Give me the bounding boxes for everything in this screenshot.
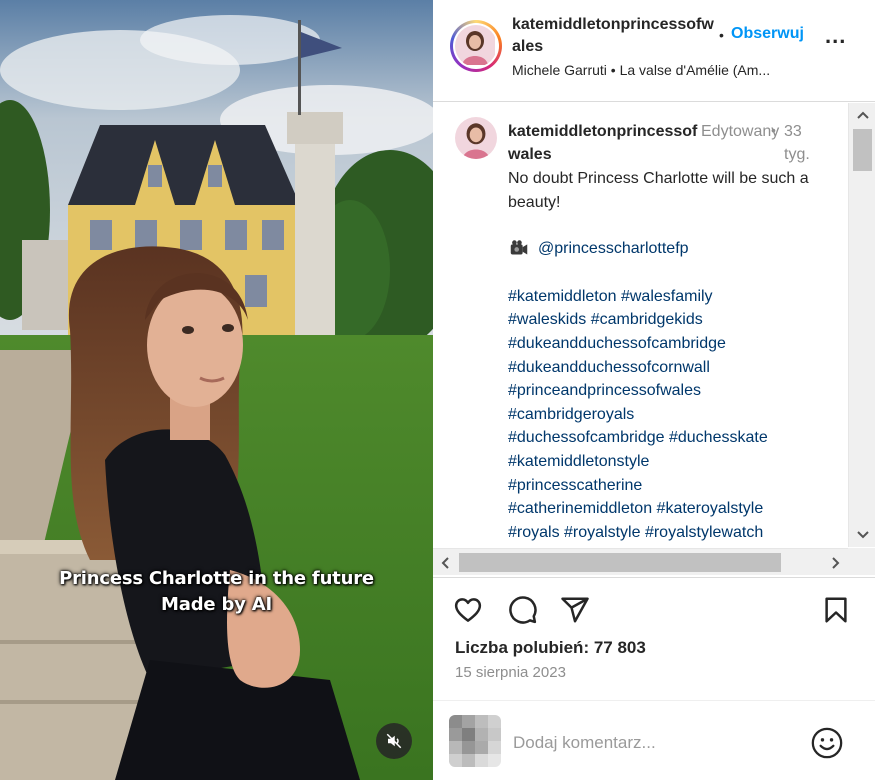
avatar-photo <box>455 25 495 65</box>
scroll-up-button[interactable] <box>849 103 875 127</box>
video-caption-line-1: Princess Charlotte in the future <box>59 568 374 589</box>
hashtag-list: #katemiddleton #walesfamily #waleskids #… <box>508 285 838 545</box>
share-icon[interactable] <box>560 595 590 625</box>
scroll-down-button[interactable] <box>849 523 875 547</box>
heart-icon[interactable] <box>453 595 483 625</box>
comment-text: No doubt Princess Charlotte will be such… <box>508 170 809 211</box>
horizontal-scrollbar[interactable] <box>433 548 848 575</box>
comment-icon[interactable] <box>508 595 538 625</box>
hashtag-line[interactable]: #dukeandduchessofcambridge <box>508 332 838 356</box>
speaker-muted-icon <box>386 733 402 749</box>
hashtag-line[interactable]: #dukeandduchessofcornwall <box>508 356 838 380</box>
post-side-panel: katemiddletonprincessofwales • Obserwuj … <box>433 0 875 780</box>
hashtag-line[interactable]: #duchessofcambridge #duchesskate <box>508 426 838 450</box>
follow-button[interactable]: Obserwuj <box>731 25 804 43</box>
bookmark-icon[interactable] <box>821 595 851 625</box>
comment-avatar[interactable] <box>455 117 497 159</box>
mention-row: @princesscharlottefp <box>508 237 838 261</box>
emoji-icon[interactable] <box>810 726 844 760</box>
header-separator: • <box>719 27 724 43</box>
horizontal-scroll-thumb[interactable] <box>459 553 781 572</box>
hashtag-line[interactable]: #princesscatherine <box>508 474 838 498</box>
caption-comment: katemiddletonprincessofwales Edytowany •… <box>433 103 875 547</box>
likes-count[interactable]: Liczba polubień: 77 803 <box>455 638 646 658</box>
author-avatar[interactable] <box>450 20 502 72</box>
comment-username[interactable]: katemiddletonprincessofwales <box>508 120 698 166</box>
scroll-left-button[interactable] <box>433 549 457 576</box>
chevron-down-icon <box>856 531 869 539</box>
mute-button[interactable] <box>376 723 412 759</box>
post-date[interactable]: 15 sierpnia 2023 <box>455 664 566 681</box>
hashtag-line[interactable]: #waleskids #cambridgekids <box>508 308 838 332</box>
mention-link[interactable]: @princesscharlottefp <box>538 237 689 261</box>
chevron-left-icon <box>441 556 449 569</box>
chevron-up-icon <box>856 111 869 119</box>
hashtag-line[interactable]: #katemiddletonstyle <box>508 450 838 474</box>
scroll-right-button[interactable] <box>824 549 848 576</box>
edited-label: Edytowany <box>701 123 780 140</box>
comment-body: No doubt Princess Charlotte will be such… <box>508 167 838 544</box>
post-video[interactable]: Princess Charlotte in the future Made by… <box>0 0 433 780</box>
pixelated-avatar-image <box>449 715 501 767</box>
hashtag-line[interactable]: #princeandprincessofwales <box>508 379 838 403</box>
more-options-button[interactable]: ... <box>825 25 846 47</box>
comment-input[interactable] <box>513 729 813 757</box>
author-username[interactable]: katemiddletonprincessofwales <box>512 14 717 58</box>
hashtag-line[interactable]: #catherinemiddleton #kateroyalstyle <box>508 497 838 521</box>
audio-track-link[interactable]: Michele Garruti • La valse d'Amélie (Am.… <box>512 62 822 78</box>
action-bar <box>433 577 875 639</box>
comment-age[interactable]: 33 tyg. <box>784 120 819 166</box>
comment-composer <box>433 700 875 780</box>
scrollbar-corner <box>848 548 875 575</box>
video-camera-icon <box>510 240 528 255</box>
hashtag-line[interactable]: #royals #royalstyle #royalstylewatch <box>508 521 838 545</box>
avatar-photo <box>455 117 497 159</box>
video-frame <box>0 0 433 780</box>
video-caption-line-2: Made by AI <box>161 594 272 615</box>
hashtag-line[interactable]: #katemiddleton #walesfamily <box>508 285 838 309</box>
user-avatar <box>449 715 501 767</box>
chevron-right-icon <box>832 556 840 569</box>
vertical-scroll-thumb[interactable] <box>853 129 872 171</box>
hashtag-line[interactable]: #cambridgeroyals <box>508 403 838 427</box>
post-header: katemiddletonprincessofwales • Obserwuj … <box>433 0 875 102</box>
comment-separator: • <box>771 122 776 138</box>
vertical-scrollbar[interactable] <box>848 103 875 547</box>
